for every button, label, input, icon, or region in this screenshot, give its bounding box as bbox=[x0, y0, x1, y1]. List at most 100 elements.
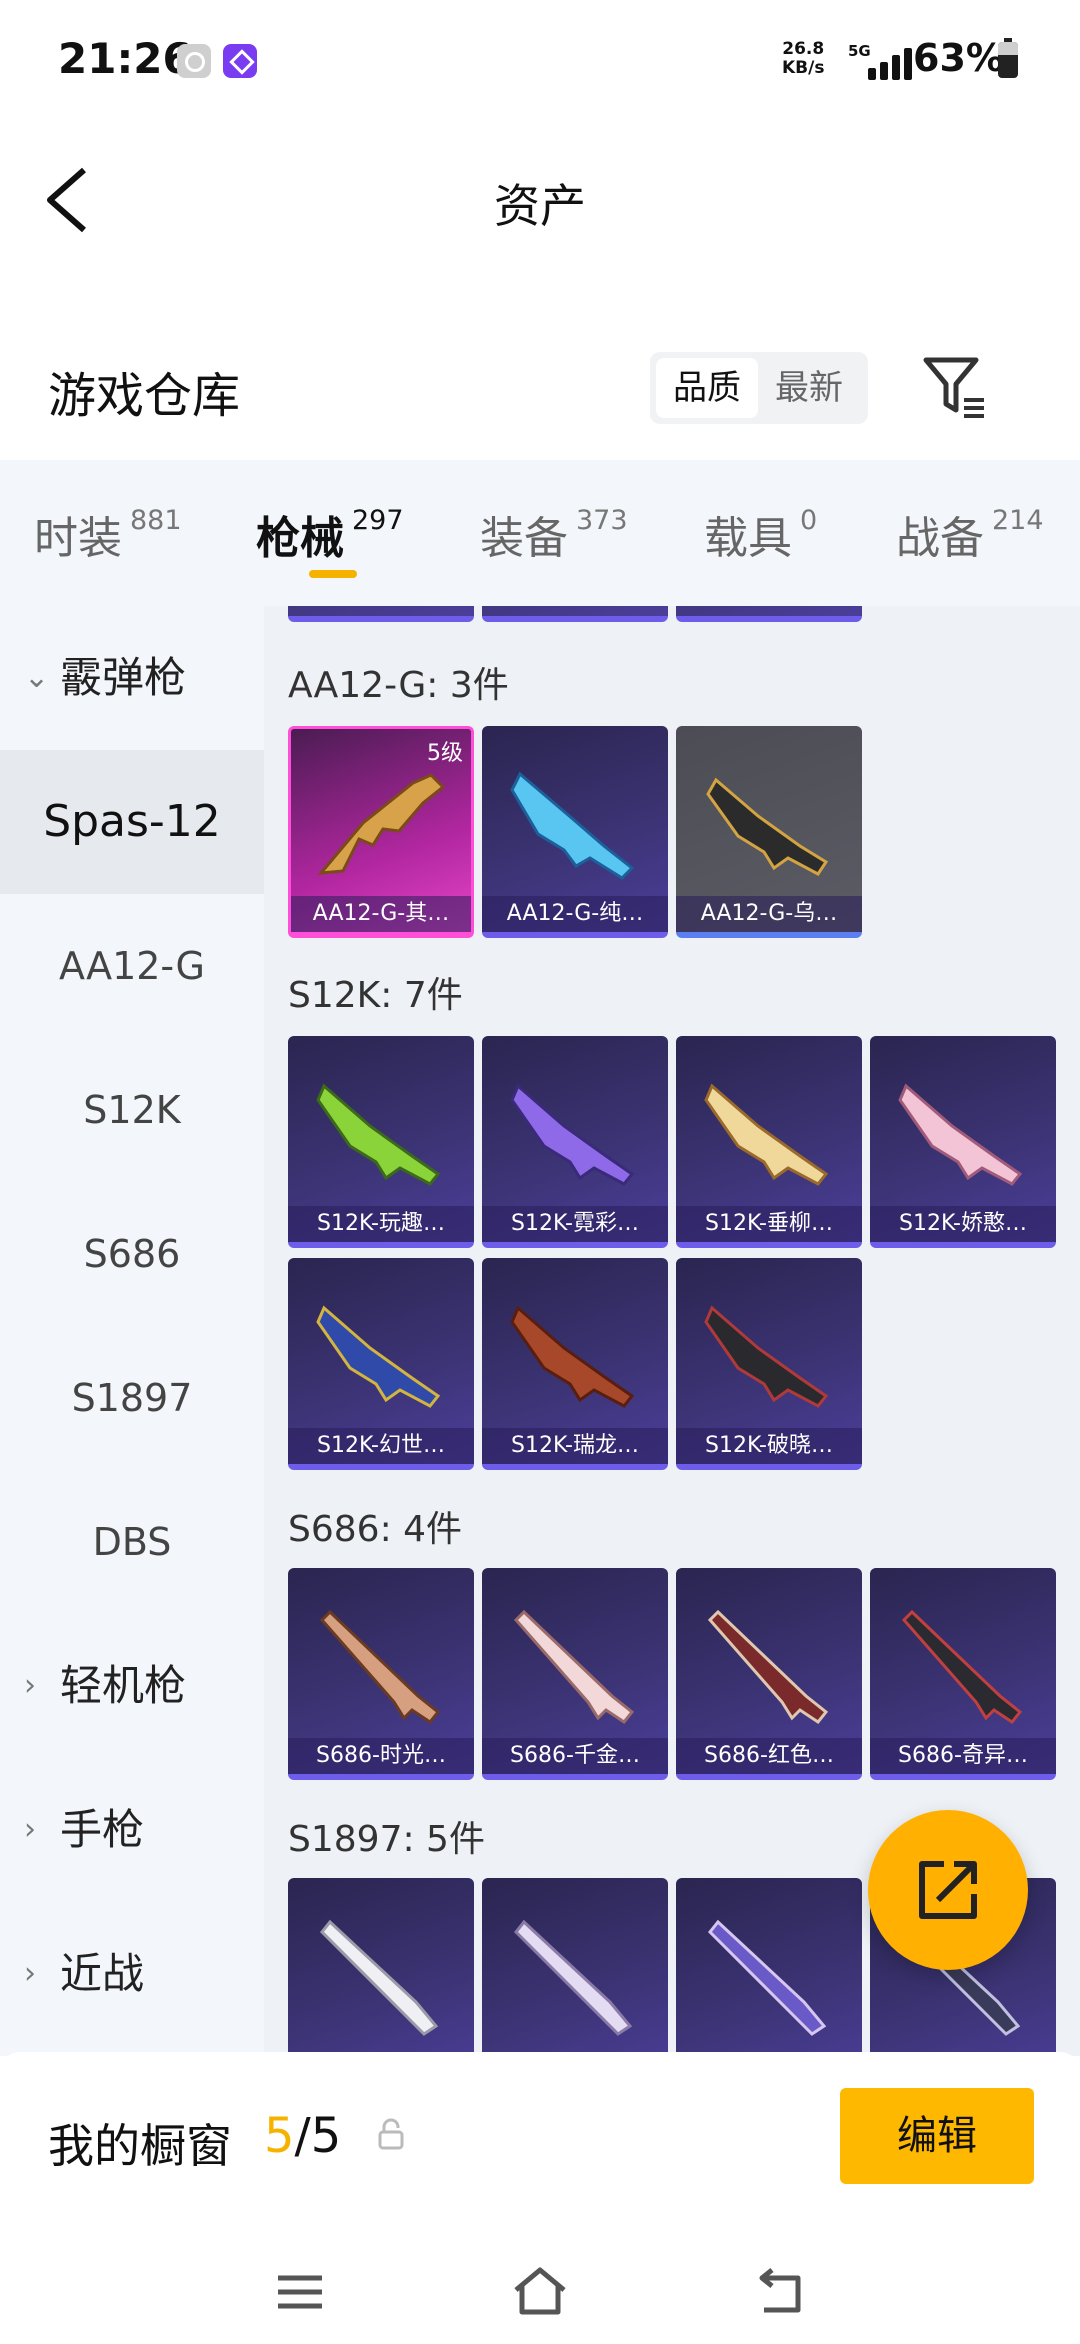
warehouse-title: 游戏仓库 bbox=[48, 368, 241, 424]
gun-icon bbox=[704, 1305, 829, 1408]
item-card[interactable]: S686-千金… bbox=[482, 1568, 668, 1780]
menu-icon[interactable] bbox=[270, 2262, 330, 2322]
tab-label: 战备 bbox=[896, 513, 984, 564]
signal-icon bbox=[860, 46, 912, 80]
item-card[interactable]: AA12-G-乌… bbox=[676, 726, 862, 938]
share-fab-button[interactable] bbox=[868, 1810, 1028, 1970]
group-title-aa12g: AA12-G: 3件 bbox=[288, 665, 509, 706]
item-card[interactable] bbox=[288, 606, 474, 622]
item-name: S686-时光… bbox=[288, 1738, 474, 1774]
item-name: S12K-玩趣… bbox=[288, 1206, 474, 1242]
item-card[interactable] bbox=[288, 1878, 474, 2056]
sidebar-item-spas12[interactable]: Spas-12 bbox=[0, 750, 264, 894]
item-card[interactable] bbox=[676, 1878, 862, 2056]
tab-label: 时装 bbox=[34, 513, 122, 564]
tab-count: 881 bbox=[130, 505, 182, 537]
item-card[interactable]: AA12-G-纯… bbox=[482, 726, 668, 938]
item-name: S686-红色… bbox=[676, 1738, 862, 1774]
showcase-bar: 我的橱窗 5/5 编辑 bbox=[0, 2052, 1080, 2232]
tab-label: 装备 bbox=[480, 513, 568, 564]
sidebar-group-label: 轻机枪 bbox=[60, 1661, 187, 1710]
item-card[interactable]: S686-奇异… bbox=[870, 1568, 1056, 1780]
battery-percent: 63% bbox=[913, 36, 1004, 80]
item-card[interactable]: S12K-娇憨… bbox=[870, 1036, 1056, 1248]
item-card[interactable] bbox=[482, 1878, 668, 2056]
item-card[interactable]: S12K-垂柳… bbox=[676, 1036, 862, 1248]
lock-icon bbox=[378, 2118, 404, 2150]
gun-icon bbox=[316, 1305, 441, 1408]
speed-value: 26.8 bbox=[782, 39, 825, 59]
home-icon[interactable] bbox=[510, 2262, 570, 2322]
settings-notification-icon bbox=[177, 44, 211, 78]
tab-guns[interactable]: 枪械 297 bbox=[256, 502, 404, 566]
tab-vehicles[interactable]: 载具 0 bbox=[704, 502, 817, 566]
sidebar-group-pistol[interactable]: › 手枪 bbox=[0, 1758, 264, 1902]
battery-icon bbox=[998, 38, 1018, 78]
sort-newest-button[interactable]: 最新 bbox=[758, 358, 860, 418]
item-card[interactable]: S686-时光… bbox=[288, 1568, 474, 1780]
sidebar-group-label: 近战 bbox=[60, 1949, 145, 1998]
gun-icon bbox=[316, 1083, 441, 1186]
tab-count: 297 bbox=[352, 505, 404, 537]
item-name: AA12-G-其… bbox=[291, 896, 471, 932]
status-bar: 21:26 26.8 KB/s 5G 63% bbox=[0, 0, 1080, 120]
sidebar-item-s12k[interactable]: S12K bbox=[0, 1038, 264, 1182]
tab-label: 载具 bbox=[704, 513, 792, 564]
item-card[interactable]: 5级 AA12-G-其… bbox=[288, 726, 474, 938]
item-name: S12K-垂柳… bbox=[676, 1206, 862, 1242]
item-card[interactable]: S12K-霓彩… bbox=[482, 1036, 668, 1248]
item-name: S686-奇异… bbox=[870, 1738, 1056, 1774]
group-title-s1897: S1897: 5件 bbox=[288, 1819, 485, 1860]
sidebar-group-shotgun[interactable]: ⌄ 霰弹枪 bbox=[0, 606, 264, 750]
showcase-count: 5/5 bbox=[264, 2108, 341, 2164]
tab-count: 373 bbox=[576, 505, 628, 537]
app-root: 21:26 26.8 KB/s 5G 63% 资产 游戏仓库 品质 最新 时装 … bbox=[0, 0, 1080, 2344]
tab-count: 214 bbox=[992, 505, 1044, 537]
item-card[interactable] bbox=[482, 606, 668, 622]
item-name: S686-千金… bbox=[482, 1738, 668, 1774]
item-name: S12K-破晓… bbox=[676, 1428, 862, 1464]
sidebar-item-aa12g[interactable]: AA12-G bbox=[0, 894, 264, 1038]
gun-icon bbox=[898, 1083, 1023, 1186]
item-name: S12K-瑞龙… bbox=[482, 1428, 668, 1464]
item-card[interactable]: S12K-破晓… bbox=[676, 1258, 862, 1470]
tab-label: 枪械 bbox=[256, 513, 344, 564]
item-name: S12K-霓彩… bbox=[482, 1206, 668, 1242]
sidebar-item-s1897[interactable]: S1897 bbox=[0, 1326, 264, 1470]
item-card[interactable] bbox=[676, 606, 862, 622]
gun-icon bbox=[510, 1305, 635, 1408]
sidebar-item-dbs[interactable]: DBS bbox=[0, 1470, 264, 1614]
app-notification-icon bbox=[223, 44, 257, 78]
item-card[interactable]: S686-红色… bbox=[676, 1568, 862, 1780]
item-name: AA12-G-纯… bbox=[482, 896, 668, 932]
chevron-down-icon: ⌄ bbox=[24, 660, 50, 695]
showcase-total: /5 bbox=[294, 2108, 342, 2164]
showcase-current: 5 bbox=[264, 2108, 295, 2164]
item-card[interactable]: S12K-瑞龙… bbox=[482, 1258, 668, 1470]
speed-unit: KB/s bbox=[782, 58, 825, 78]
gun-icon bbox=[513, 1609, 635, 1725]
gun-icon bbox=[704, 1083, 829, 1186]
edit-button[interactable]: 编辑 bbox=[840, 2088, 1034, 2184]
tab-supplies[interactable]: 战备 214 bbox=[896, 502, 1044, 566]
gun-icon bbox=[706, 777, 829, 876]
item-card[interactable]: S12K-幻世… bbox=[288, 1258, 474, 1470]
tab-fashion[interactable]: 时装 881 bbox=[34, 502, 182, 566]
tab-equipment[interactable]: 装备 373 bbox=[480, 502, 628, 566]
sidebar-group-lmg[interactable]: › 轻机枪 bbox=[0, 1614, 264, 1758]
page-title: 资产 bbox=[494, 179, 586, 233]
system-nav-bar bbox=[0, 2232, 1080, 2344]
sort-quality-button[interactable]: 品质 bbox=[656, 358, 758, 418]
back-nav-icon[interactable] bbox=[750, 2262, 810, 2322]
active-tab-indicator bbox=[309, 570, 357, 578]
filter-button[interactable] bbox=[920, 352, 990, 422]
sidebar-group-label: 手枪 bbox=[60, 1805, 145, 1854]
sidebar-group-melee[interactable]: › 近战 bbox=[0, 1902, 264, 2046]
chevron-right-icon: › bbox=[24, 1956, 36, 1991]
item-name: S12K-幻世… bbox=[288, 1428, 474, 1464]
group-title-s12k: S12K: 7件 bbox=[288, 975, 463, 1016]
gun-icon bbox=[707, 1919, 827, 2036]
item-card[interactable]: S12K-玩趣… bbox=[288, 1036, 474, 1248]
share-icon bbox=[919, 1861, 977, 1919]
sidebar-item-s686[interactable]: S686 bbox=[0, 1182, 264, 1326]
